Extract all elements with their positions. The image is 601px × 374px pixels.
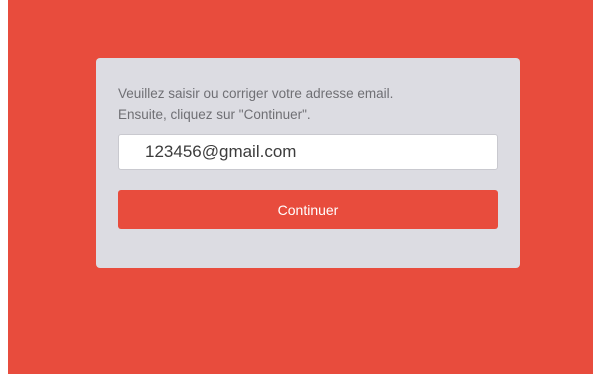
- instructions-text: Veuillez saisir ou corriger votre adress…: [118, 83, 508, 125]
- continue-button[interactable]: Continuer: [118, 190, 498, 229]
- instructions-line-2: Ensuite, cliquez sur "Continuer".: [118, 107, 311, 122]
- instructions-line-1: Veuillez saisir ou corriger votre adress…: [118, 86, 394, 101]
- email-field[interactable]: [118, 134, 498, 170]
- email-form-card: Veuillez saisir ou corriger votre adress…: [96, 58, 520, 268]
- page-background: Veuillez saisir ou corriger votre adress…: [8, 0, 593, 374]
